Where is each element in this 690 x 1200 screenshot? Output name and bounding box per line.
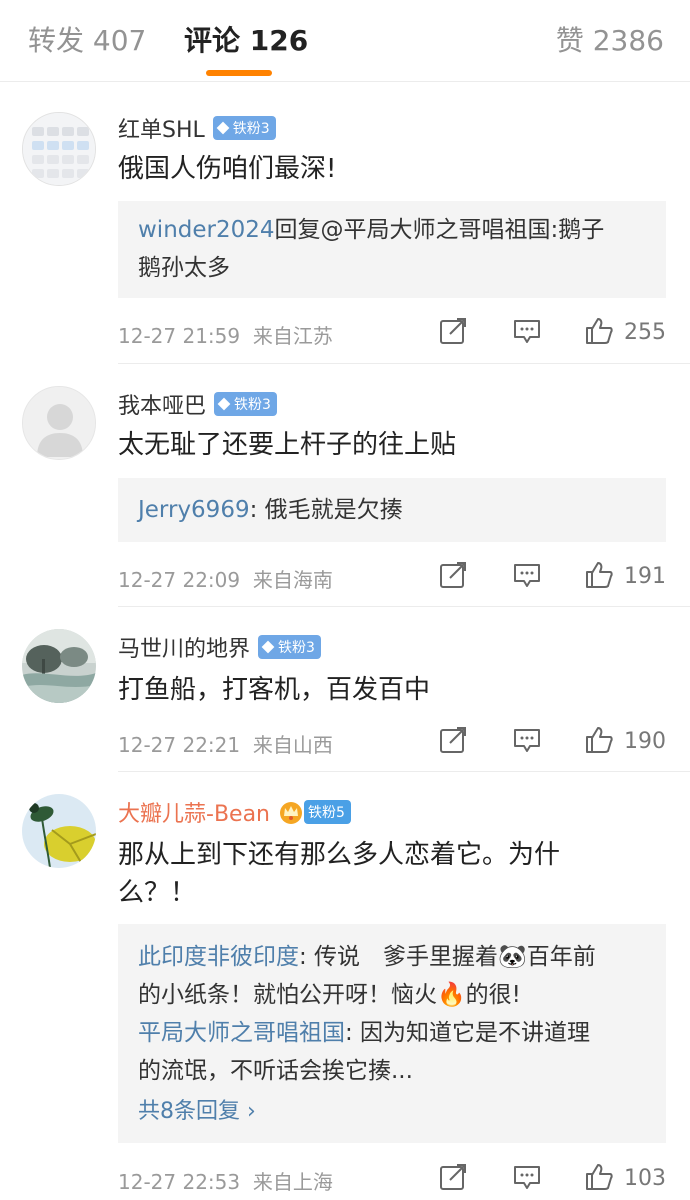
time-value: 12-27 22:53	[118, 1170, 241, 1194]
timestamp: 12-27 22:09 来自海南	[118, 564, 333, 593]
like-icon[interactable]	[584, 725, 614, 755]
location: 来自海南	[252, 568, 333, 592]
reply-line: Jerry6969: 俄毛就是欠揍	[138, 491, 646, 529]
like-count: 191	[624, 564, 666, 589]
fan-badge: 铁粉5	[304, 800, 351, 824]
comment-text: 太无耻了还要上杆子的往上贴	[118, 430, 457, 460]
reply-text: : 俄毛就是欠揍	[249, 497, 403, 523]
reply-box[interactable]: Jerry6969: 俄毛就是欠揍	[118, 478, 666, 542]
diamond-icon	[216, 121, 230, 135]
reply-box[interactable]: 此印度非彼印度: 传说 爹手里握着🐼百年前 的小纸条！就怕公开呀！恼火🔥的很! …	[118, 924, 666, 1143]
reply-text-end: 的很!	[465, 982, 521, 1008]
comment-tabs: 转发 407 评论 126 赞 2386	[0, 0, 690, 82]
landscape-avatar-image	[22, 629, 96, 703]
username-row: 大瓣儿蒜-Bean 铁粉5	[118, 796, 351, 828]
username-row: 马世川的地界 铁粉3	[118, 631, 321, 663]
share-icon[interactable]	[438, 725, 468, 755]
share-icon[interactable]	[438, 560, 468, 590]
reply-line: 此印度非彼印度: 传说 爹手里握着🐼百年前	[138, 938, 646, 976]
tab-likes[interactable]: 赞 2386	[556, 24, 664, 58]
comment-text: 打鱼船，打客机，百发百中	[118, 675, 431, 705]
comment-icon[interactable]	[512, 1162, 542, 1192]
like-count: 103	[624, 1166, 666, 1191]
username-row: 红单SHL 铁粉3	[118, 112, 276, 144]
avatar[interactable]	[22, 386, 96, 460]
default-avatar-image	[23, 387, 95, 459]
reply-username[interactable]: winder2024	[138, 217, 275, 243]
comment-icon[interactable]	[512, 560, 542, 590]
panda-emoji: 🐼	[498, 944, 527, 970]
username[interactable]: 红单SHL	[118, 112, 205, 144]
comment-icon[interactable]	[512, 316, 542, 346]
comment-item: 大瓣儿蒜-Bean 铁粉5 那从上到下还有那么多人恋着它。为什 么？！ 此印度非…	[0, 772, 690, 1200]
reply-username[interactable]: 平局大师之哥唱祖国	[138, 1020, 345, 1046]
reply-username[interactable]: Jerry6969	[138, 497, 250, 523]
username[interactable]: 我本哑巴	[118, 388, 206, 420]
lotus-avatar-image	[22, 794, 96, 868]
like-count: 190	[624, 729, 666, 754]
reply-line: winder2024回复@平局大师之哥唱祖国:鹅子	[138, 211, 646, 249]
reply-text: : 因为知道它是不讲道理	[345, 1020, 591, 1046]
calculator-avatar-image	[23, 113, 95, 185]
active-tab-indicator	[206, 70, 272, 76]
username[interactable]: 马世川的地界	[118, 631, 250, 663]
reply-line: 平局大师之哥唱祖国: 因为知道它是不讲道理	[138, 1014, 646, 1052]
reply-line-cont: 的小纸条！就怕公开呀！恼火🔥的很!	[138, 976, 646, 1014]
timestamp: 12-27 22:21 来自山西	[118, 729, 333, 758]
like-icon[interactable]	[584, 1162, 614, 1192]
location: 来自江苏	[252, 324, 333, 348]
comment-item: 我本哑巴 铁粉3 太无耻了还要上杆子的往上贴 Jerry6969: 俄毛就是欠揍…	[0, 364, 690, 607]
fan-badge-label: 铁粉5	[308, 805, 345, 821]
reply-text-cont: 百年前	[526, 944, 596, 970]
view-more-replies-link[interactable]: 共8条回复 ›	[138, 1094, 646, 1130]
comment-meta: 12-27 22:53 来自上海 103	[118, 1162, 690, 1196]
comment-meta: 12-27 22:09 来自海南 191	[118, 560, 690, 594]
comment-text-line: 那从上到下还有那么多人恋着它。为什	[118, 840, 561, 870]
comment-icon[interactable]	[512, 725, 542, 755]
time-value: 12-27 21:59	[118, 324, 241, 348]
reply-box[interactable]: winder2024回复@平局大师之哥唱祖国:鹅子 鹅孙太多	[118, 201, 666, 298]
username-row: 我本哑巴 铁粉3	[118, 388, 277, 420]
fan-badge-label: 铁粉3	[232, 121, 270, 137]
location: 来自上海	[252, 1170, 333, 1194]
crown-icon	[280, 802, 302, 824]
fan-badge-label: 铁粉3	[278, 640, 315, 656]
reply-text-line2: 的小纸条！就怕公开呀！恼火	[138, 982, 437, 1008]
share-icon[interactable]	[438, 1162, 468, 1192]
fire-emoji: 🔥	[437, 982, 466, 1008]
like-count: 255	[624, 320, 666, 345]
like-icon[interactable]	[584, 316, 614, 346]
fan-badge: 铁粉3	[258, 635, 321, 659]
like-icon[interactable]	[584, 560, 614, 590]
comment-text: 俄国人伤咱们最深!	[118, 154, 337, 184]
time-value: 12-27 22:21	[118, 733, 241, 757]
avatar[interactable]	[22, 794, 96, 868]
comment-item: 马世川的地界 铁粉3 打鱼船，打客机，百发百中 12-27 22:21 来自山西…	[0, 607, 690, 772]
timestamp: 12-27 22:53 来自上海	[118, 1166, 333, 1195]
tab-reposts[interactable]: 转发 407	[28, 24, 146, 58]
fan-badge: 铁粉3	[214, 392, 277, 416]
time-value: 12-27 22:09	[118, 568, 241, 592]
reply-text: 回复@平局大师之哥唱祖国:鹅子	[274, 217, 605, 243]
diamond-icon	[217, 397, 231, 411]
comment-meta: 12-27 22:21 来自山西 190	[118, 725, 690, 759]
reply-line-cont: 的流氓，不听话会挨它揍...	[138, 1058, 413, 1084]
username[interactable]: 大瓣儿蒜-Bean	[118, 796, 270, 828]
comment-text-line: 么？！	[118, 878, 197, 908]
reply-line-cont: 鹅孙太多	[138, 255, 230, 281]
share-icon[interactable]	[438, 316, 468, 346]
location: 来自山西	[252, 733, 333, 757]
fan-badge-label: 铁粉3	[234, 397, 271, 413]
tab-comments[interactable]: 评论 126	[184, 24, 308, 58]
fan-badge: 铁粉3	[212, 116, 276, 140]
comment-text: 那从上到下还有那么多人恋着它。为什 么？！	[118, 836, 668, 912]
reply-text: : 传说 爹手里握着	[299, 944, 499, 970]
comment-item: 红单SHL 铁粉3 俄国人伤咱们最深! winder2024回复@平局大师之哥唱…	[0, 82, 690, 364]
timestamp: 12-27 21:59 来自江苏	[118, 320, 333, 349]
comment-meta: 12-27 21:59 来自江苏 255	[118, 316, 690, 350]
avatar[interactable]	[22, 629, 96, 703]
diamond-icon	[261, 640, 275, 654]
reply-username[interactable]: 此印度非彼印度	[138, 944, 299, 970]
avatar[interactable]	[22, 112, 96, 186]
